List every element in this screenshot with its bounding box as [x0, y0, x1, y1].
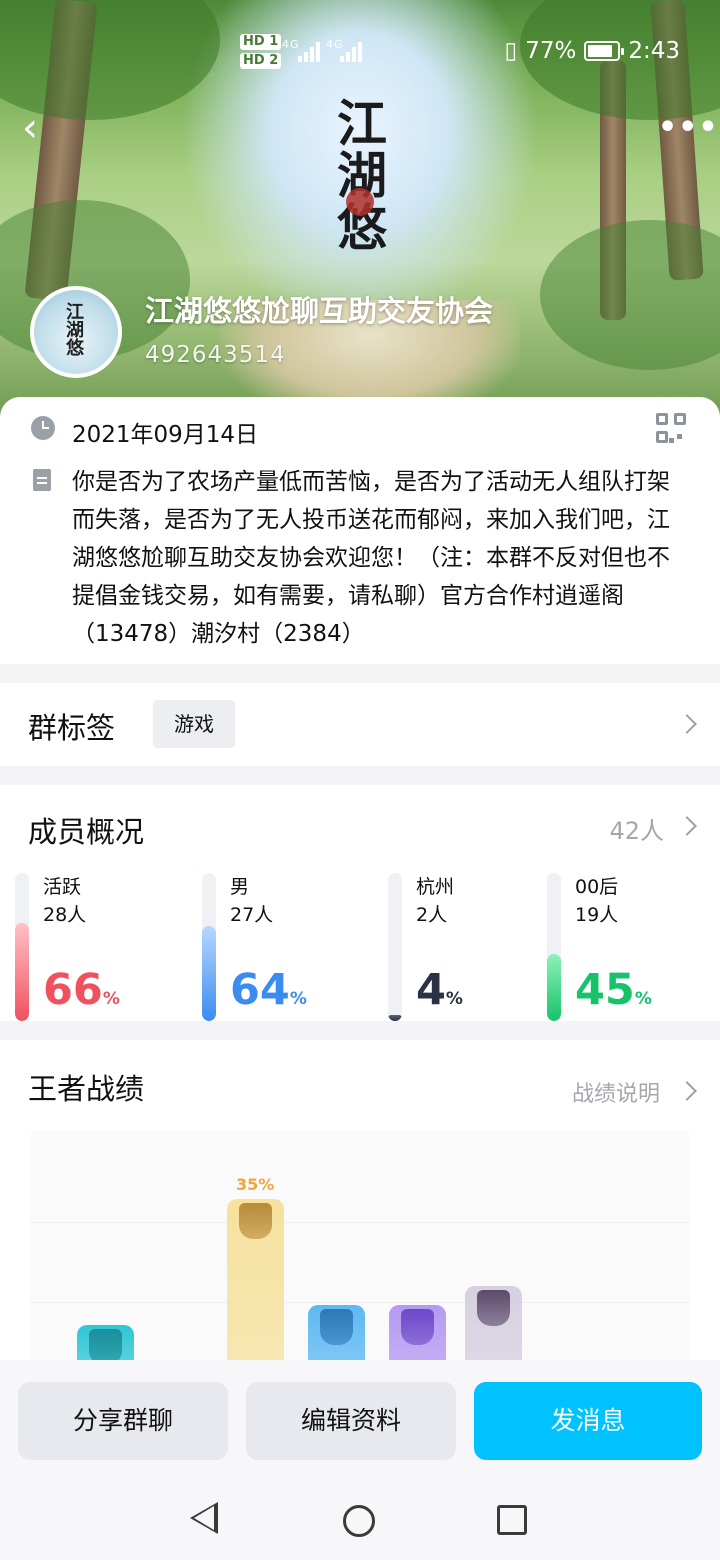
stat-label: 杭州 2人: [416, 876, 455, 926]
stat-label: 男 27人: [230, 876, 274, 926]
network-1: 4G: [282, 38, 300, 51]
rank-emblem-icon: [239, 1203, 272, 1239]
stat-percent: 64%: [230, 965, 307, 1015]
stat-track: [15, 873, 29, 1021]
share-group-button[interactable]: 分享群聊: [18, 1382, 228, 1460]
more-options-button[interactable]: •••: [658, 110, 718, 150]
stat-fill: [547, 954, 561, 1021]
group-logo-art: 江 湖 悠: [322, 98, 402, 268]
rank-bar-4: [389, 1305, 446, 1360]
group-info-card: 2021年09月14日 你是否为了农场产量低而苦恼，是否为了活动无人组队打架而失…: [0, 397, 720, 664]
tag-game: 游戏: [153, 700, 235, 748]
stat-percent: 66%: [43, 965, 120, 1015]
record-explain-link[interactable]: 战绩说明: [572, 1076, 660, 1108]
rank-bar-5: [465, 1286, 522, 1360]
chevron-right-icon[interactable]: [677, 816, 697, 836]
clock-time: 2:43: [628, 38, 680, 64]
group-name: 江湖悠悠尬聊互助交友协会: [145, 294, 494, 328]
grid-line: [30, 1302, 690, 1303]
group-tags-row[interactable]: 群标签 游戏: [0, 683, 720, 766]
member-overview-card: 成员概况 42人 活跃 28人 66% 男 27人 64% 杭州 2人 4% 00后 1…: [0, 785, 720, 1021]
avatar-logo-icon: 江湖悠: [66, 302, 84, 359]
chevron-right-icon: [677, 714, 697, 734]
chevron-right-icon[interactable]: [677, 1081, 697, 1101]
hd2-badge: HD 2: [240, 53, 282, 69]
grid-line: [30, 1222, 690, 1223]
status-bar: HD 1 HD 2 4G 4G ▯ 77% 2:43: [0, 30, 720, 80]
signal-1-icon: [298, 40, 320, 62]
battery-percent: 77%: [525, 38, 577, 64]
clock-icon: [31, 416, 55, 440]
foliage: [540, 220, 720, 370]
action-bar: 分享群聊 编辑资料 发消息: [0, 1360, 720, 1480]
member-count[interactable]: 42人: [609, 811, 664, 846]
stat-fill: [15, 923, 29, 1021]
stat-label: 活跃 28人: [43, 876, 87, 926]
rank-emblem-icon: [89, 1329, 122, 1360]
stat-percent: 4%: [416, 965, 463, 1015]
document-icon: [33, 469, 51, 491]
nav-home-icon[interactable]: [343, 1505, 375, 1537]
chevron-left-icon: ‹: [22, 105, 38, 151]
logo-char: 江: [337, 94, 387, 153]
back-button[interactable]: ‹: [22, 108, 62, 152]
rank-chart: 35%: [30, 1130, 690, 1360]
hd1-badge: HD 1: [240, 34, 282, 50]
rank-bar-2: [227, 1199, 284, 1360]
member-title: 成员概况: [28, 815, 145, 849]
status-right: ▯ 77% 2:43: [505, 38, 680, 64]
stat-track: [547, 873, 561, 1021]
created-date: 2021年09月14日: [72, 422, 259, 448]
hd-indicator: HD 1 HD 2: [240, 34, 282, 72]
qr-code-icon[interactable]: [656, 413, 686, 443]
system-nav-bar: [0, 1480, 720, 1560]
stat-label: 00后 19人: [575, 876, 619, 926]
stat-fill: [388, 1015, 402, 1021]
rank-emblem-icon: [320, 1309, 353, 1345]
stat-track: [388, 873, 402, 1021]
rank-emblem-icon: [477, 1290, 510, 1326]
stat-fill: [202, 926, 216, 1021]
signal-2-icon: [340, 40, 362, 62]
tags-title: 群标签: [28, 711, 116, 745]
record-title: 王者战绩: [28, 1072, 145, 1106]
nav-recent-icon[interactable]: [497, 1505, 527, 1535]
more-icon: •••: [658, 110, 719, 145]
send-message-button[interactable]: 发消息: [474, 1382, 702, 1460]
stat-percent: 45%: [575, 965, 652, 1015]
seal-icon: [346, 188, 374, 216]
group-id: 492643514: [145, 342, 286, 368]
rank-emblem-icon: [401, 1309, 434, 1345]
nav-back-icon[interactable]: [190, 1502, 218, 1534]
stat-track: [202, 873, 216, 1021]
group-description: 你是否为了农场产量低而苦恼，是否为了活动无人组队打架而失落，是否为了无人投币送花…: [72, 469, 670, 647]
battery-icon: [584, 41, 625, 61]
vibrate-icon: ▯: [504, 38, 518, 64]
rank-bar-3: [308, 1305, 365, 1360]
rank-bar-1: [77, 1325, 134, 1360]
edit-profile-button[interactable]: 编辑资料: [246, 1382, 456, 1460]
rank-percent-label: 35%: [236, 1175, 275, 1194]
king-record-card: 王者战绩 战绩说明 35%: [0, 1040, 720, 1360]
group-avatar[interactable]: 江湖悠: [30, 286, 122, 378]
